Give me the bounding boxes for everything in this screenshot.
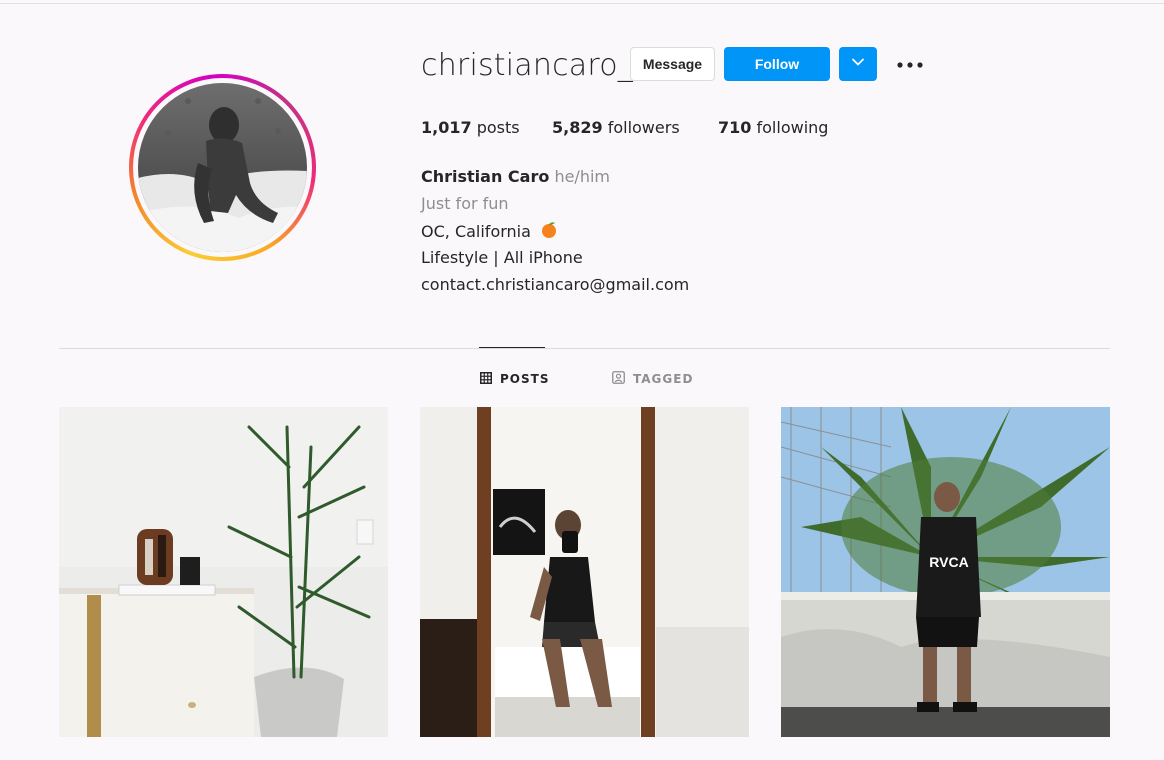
posts-label: posts xyxy=(476,118,520,137)
posts-stat: 1,017 posts xyxy=(421,118,520,137)
tabs-divider xyxy=(59,348,1110,349)
bio-tagline: Lifestyle | All iPhone xyxy=(421,248,583,267)
options-button[interactable] xyxy=(894,52,926,76)
suggested-accounts-button[interactable] xyxy=(839,47,877,81)
avatar[interactable] xyxy=(138,83,307,252)
story-ring[interactable] xyxy=(129,74,316,261)
bio-category: Just for fun xyxy=(421,194,509,213)
tangerine-emoji xyxy=(540,221,558,243)
svg-text:RVCA: RVCA xyxy=(929,554,968,570)
top-border xyxy=(0,3,1164,4)
chevron-down-icon xyxy=(851,55,865,74)
username: christiancaro_ xyxy=(421,48,634,83)
bio-name-line: Christian Caro he/him xyxy=(421,167,610,186)
following-count: 710 xyxy=(718,118,752,137)
pronouns: he/him xyxy=(554,167,610,186)
following-stat[interactable]: 710 following xyxy=(718,118,828,137)
followers-label: followers xyxy=(607,118,680,137)
active-tab-indicator xyxy=(479,347,545,348)
followers-stat[interactable]: 5,829 followers xyxy=(552,118,680,137)
posts-count: 1,017 xyxy=(421,118,472,137)
bio-email[interactable]: contact.christiancaro@gmail.com xyxy=(421,275,689,294)
post-thumbnail[interactable] xyxy=(420,407,749,737)
full-name: Christian Caro xyxy=(421,167,550,186)
followers-count: 5,829 xyxy=(552,118,603,137)
more-horizontal-icon xyxy=(897,55,923,73)
tab-posts[interactable]: POSTS xyxy=(480,370,549,388)
post-thumbnail[interactable]: RVCA xyxy=(781,407,1110,737)
following-label: following xyxy=(756,118,829,137)
bio-location: OC, California xyxy=(421,222,531,241)
bio-location-line: OC, California xyxy=(421,221,558,243)
post-thumbnail[interactable] xyxy=(59,407,388,737)
grid-icon xyxy=(480,371,492,387)
message-button[interactable]: Message xyxy=(630,47,715,81)
tagged-icon xyxy=(612,371,625,387)
follow-button[interactable]: Follow xyxy=(724,47,830,81)
tab-tagged-label: TAGGED xyxy=(633,372,694,386)
tab-posts-label: POSTS xyxy=(500,372,550,386)
tab-tagged[interactable]: TAGGED xyxy=(612,370,693,388)
